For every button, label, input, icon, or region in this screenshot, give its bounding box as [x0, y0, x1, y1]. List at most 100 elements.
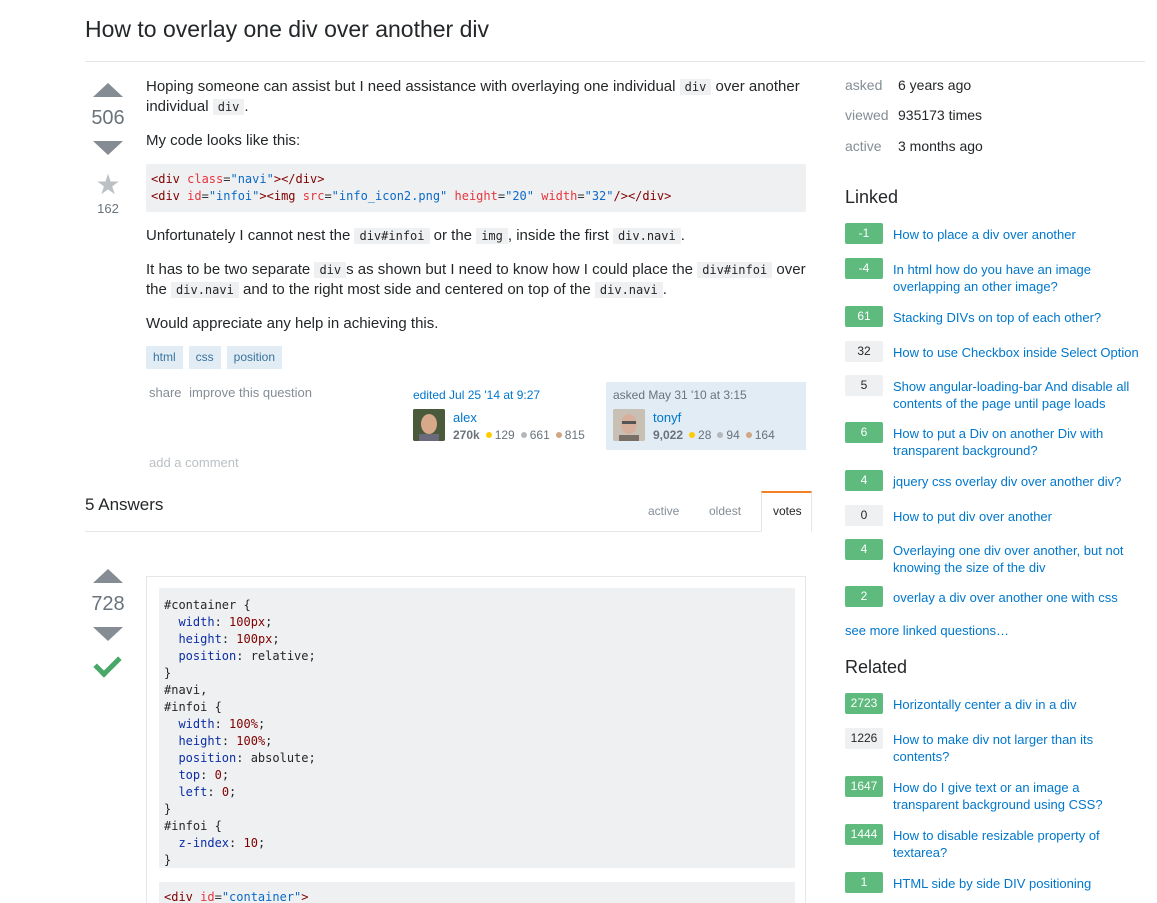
code-token: : relative;: [236, 649, 316, 663]
code-token: 100px: [229, 615, 266, 629]
question-paragraph: Hoping someone can assist but I need ass…: [146, 77, 806, 117]
downvote-arrow-icon[interactable]: [93, 141, 123, 155]
meta-value[interactable]: 3 months ago: [898, 138, 983, 154]
code-token: ;: [265, 615, 273, 629]
answer-body: #container { width: 100px; height: 100px…: [146, 576, 806, 903]
code-token: width: [178, 717, 215, 731]
code-token: ;: [221, 768, 230, 782]
question-score-badge[interactable]: 1: [845, 872, 883, 893]
sidebar-question-link[interactable]: In html how do you have an image overlap…: [893, 261, 1148, 295]
code-token: left: [178, 785, 208, 799]
sidebar-question-link[interactable]: How to make div not larger than its cont…: [893, 731, 1148, 765]
sidebar-question-link[interactable]: Horizontally center a div in a div: [893, 696, 1148, 713]
tab-votes[interactable]: votes: [773, 504, 802, 518]
code-line: left: 0;: [164, 785, 236, 799]
sidebar-question-link[interactable]: How to place a div over another: [893, 226, 1148, 243]
question-score-badge[interactable]: 2: [845, 586, 883, 607]
code-token: : absolute;: [236, 751, 316, 765]
code-token: ></div>: [273, 172, 325, 186]
sidebar-question-link[interactable]: Stacking DIVs on top of each other?: [893, 309, 1148, 326]
question-score-badge[interactable]: 5: [845, 375, 883, 396]
code-token: :: [200, 768, 215, 782]
question-score-badge[interactable]: 1444: [845, 824, 883, 845]
tab-active[interactable]: active: [648, 504, 679, 518]
avatar[interactable]: [413, 409, 445, 441]
question-score-badge[interactable]: 1647: [845, 776, 883, 797]
code-token: #navi,: [164, 683, 208, 697]
meta-active: active 3 months ago: [845, 138, 983, 154]
question-score-badge[interactable]: -1: [845, 223, 883, 244]
text-run: and to the right most side and centered …: [238, 281, 595, 298]
question-score-badge[interactable]: -4: [845, 258, 883, 279]
question-score-badge[interactable]: 4: [845, 539, 883, 560]
code-token: position: [178, 649, 237, 663]
tag-css[interactable]: css: [188, 346, 221, 369]
editor-username[interactable]: alex: [453, 410, 477, 425]
question-score-badge[interactable]: 6: [845, 422, 883, 443]
see-more-linked-link[interactable]: see more linked questions…: [845, 623, 1009, 638]
question-score-badge[interactable]: 4: [845, 470, 883, 491]
downvote-arrow-icon[interactable]: [93, 627, 123, 641]
code-line: height: 100%;: [164, 734, 272, 748]
asker-signature: asked May 31 '10 at 3:15: [613, 388, 747, 402]
sidebar-question-link[interactable]: How to put div over another: [893, 508, 1148, 525]
question-score-badge[interactable]: 1226: [845, 728, 883, 749]
upvote-arrow-icon[interactable]: [93, 569, 123, 583]
meta-label: asked: [845, 77, 883, 93]
edited-label[interactable]: edited Jul 25 '14 at 9:27: [413, 388, 540, 402]
sidebar-question-link[interactable]: Overlaying one div over another, but not…: [893, 542, 1148, 576]
code-token: ><img: [259, 189, 303, 203]
code-token: <div: [164, 890, 201, 903]
question-score-badge[interactable]: 32: [845, 341, 883, 362]
sidebar-question-link[interactable]: HTML side by side DIV positioning: [893, 875, 1148, 892]
code-token: ;: [257, 717, 266, 731]
question-title[interactable]: How to overlay one div over another div: [85, 16, 489, 43]
text-run: .: [662, 281, 667, 298]
tab-oldest[interactable]: oldest: [709, 504, 741, 518]
silver-badge-icon: [717, 432, 724, 439]
text-run: It has to be two separate: [146, 261, 315, 278]
sidebar-question-link[interactable]: How do I give text or an image a transpa…: [893, 779, 1148, 813]
sidebar-question-link[interactable]: jquery css overlay div over another div?: [893, 473, 1148, 490]
code-token: ;: [265, 734, 273, 748]
inline-code: div#infoi: [697, 262, 773, 278]
text-run: s as shown but I need to know how I coul…: [346, 261, 698, 278]
sidebar-question-link[interactable]: Show angular-loading-bar And disable all…: [893, 378, 1148, 412]
code-token: =: [214, 890, 222, 903]
question-score-badge[interactable]: 2723: [845, 693, 883, 714]
text-run: Hoping someone can assist but I need ass…: [146, 78, 680, 95]
question-score-badge[interactable]: 61: [845, 306, 883, 327]
share-link[interactable]: share: [149, 385, 182, 400]
question-paragraph: Would appreciate any help in achieving t…: [146, 315, 439, 332]
code-line: position: absolute;: [164, 751, 316, 765]
sidebar-question-link[interactable]: How to use Checkbox inside Select Option: [893, 344, 1148, 361]
sidebar-question-link[interactable]: overlay a div over another one with css: [893, 589, 1148, 606]
answer-css-code-block: #container { width: 100px; height: 100px…: [159, 588, 795, 868]
code-token: =: [201, 189, 209, 203]
code-token: z-index: [178, 836, 230, 850]
tag-html[interactable]: html: [146, 346, 183, 369]
meta-label: viewed: [845, 107, 889, 123]
text-run: .: [680, 227, 685, 244]
asker-username[interactable]: tonyf: [653, 410, 681, 425]
question-score-badge[interactable]: 0: [845, 505, 883, 526]
sidebar-question-link[interactable]: How to disable resizable property of tex…: [893, 827, 1148, 861]
asked-action: asked: [613, 388, 649, 402]
code-token: src: [302, 189, 325, 203]
inline-code: div#infoi: [354, 228, 430, 244]
improve-question-link[interactable]: improve this question: [189, 385, 312, 400]
code-token: =: [577, 189, 585, 203]
avatar[interactable]: [613, 409, 645, 441]
bronze-badge-count: 815: [564, 428, 585, 442]
question-paragraph: Unfortunately I cannot nest the div#info…: [146, 226, 806, 246]
code-token: 100%: [236, 734, 266, 748]
code-token: ;: [229, 785, 237, 799]
tag-position[interactable]: position: [226, 346, 283, 369]
add-comment-link[interactable]: add a comment: [149, 455, 239, 470]
code-token: id: [200, 890, 215, 903]
sidebar-question-link[interactable]: How to put a Div on another Div with tra…: [893, 425, 1148, 459]
favorite-star-icon[interactable]: ★: [85, 171, 131, 199]
upvote-arrow-icon[interactable]: [93, 83, 123, 97]
code-token: "navi": [230, 172, 274, 186]
